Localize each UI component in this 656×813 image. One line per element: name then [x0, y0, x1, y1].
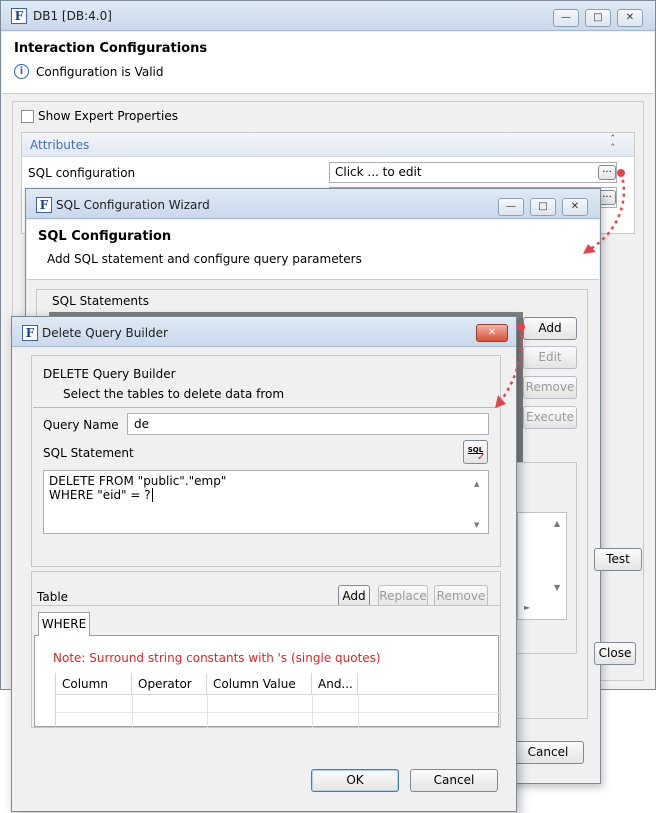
params-hscroll-icon[interactable]: ► — [524, 603, 530, 612]
sql-line-2: WHERE "eid" = ? — [49, 488, 151, 502]
wizard-add-button[interactable]: Add — [523, 317, 577, 340]
close-main-button[interactable]: Close — [594, 642, 636, 665]
sql-validate-button[interactable]: SQL ✓ — [463, 440, 488, 464]
table-group: Table Add Replace Remove — [31, 571, 501, 607]
info-icon: i — [14, 64, 29, 79]
tab-where-label: WHERE — [41, 617, 87, 631]
query-name-label: Query Name — [43, 418, 119, 432]
builder-header-group: DELETE Query Builder Select the tables t… — [31, 355, 501, 567]
builder-titlebar: F Delete Query Builder ✕ — [12, 317, 516, 347]
row-divider — [312, 695, 313, 728]
checkmark-icon: ✓ — [477, 452, 486, 463]
wizard-remove-button[interactable]: Remove — [523, 376, 577, 399]
col-column[interactable]: Column — [56, 673, 132, 695]
builder-app-icon: F — [22, 325, 38, 341]
wizard-header: SQL Configuration Add SQL statement and … — [27, 220, 599, 280]
wizard-minimize-button[interactable]: — — [498, 198, 524, 216]
wizard-heading: SQL Configuration — [38, 229, 172, 244]
wizard-close-button[interactable]: ✕ — [562, 198, 588, 216]
wizard-subheading: Add SQL statement and configure query pa… — [47, 252, 362, 266]
query-name-value: de — [134, 417, 149, 431]
minimize-button[interactable]: — — [553, 9, 579, 27]
status-text: Configuration is Valid — [36, 65, 164, 79]
page-title: Interaction Configurations — [14, 41, 208, 56]
params-scroll-down-icon[interactable]: ▼ — [554, 583, 560, 592]
col-column-value[interactable]: Column Value — [207, 673, 312, 695]
row-divider — [207, 695, 208, 728]
wizard-titlebar: F SQL Configuration Wizard — □ ✕ — [26, 189, 600, 219]
builder-close-button[interactable]: ✕ — [476, 324, 508, 342]
where-table: Column Operator Column Value And... — [55, 673, 502, 728]
sql-config-label: SQL configuration — [28, 166, 136, 180]
close-button[interactable]: ✕ — [617, 9, 643, 27]
app-icon: F — [11, 8, 27, 24]
params-list[interactable]: ▲ ▼ ► — [517, 512, 567, 620]
table-add-button[interactable]: Add — [338, 585, 370, 606]
wizard-title: SQL Configuration Wizard — [56, 198, 210, 212]
params-scroll-up-icon[interactable]: ▲ — [554, 519, 560, 528]
tab-where[interactable]: WHERE — [38, 612, 90, 636]
sql-config-value: Click ... to edit — [335, 165, 422, 179]
ok-button[interactable]: OK — [311, 769, 399, 792]
table-label: Table — [37, 590, 69, 604]
main-header: Interaction Configurations i Configurati… — [2, 32, 654, 94]
wizard-cancel-button[interactable]: Cancel — [512, 741, 584, 764]
query-name-input[interactable]: de — [127, 413, 489, 435]
where-note: Note: Surround string constants with 's … — [53, 651, 381, 665]
main-title: DB1 [DB:4.0] — [33, 9, 112, 23]
table-row[interactable] — [56, 695, 502, 728]
wizard-maximize-button[interactable]: □ — [530, 198, 556, 216]
textarea-scroll-up-icon[interactable]: ▲ — [474, 477, 479, 491]
show-expert-checkbox[interactable] — [21, 110, 34, 123]
row-divider — [358, 695, 359, 728]
table-replace-button[interactable]: Replace — [378, 585, 428, 606]
sql-statements-label: SQL Statements — [52, 294, 149, 308]
sql-line-1: DELETE FROM "public"."emp" — [49, 474, 227, 488]
builder-title: Delete Query Builder — [42, 326, 168, 340]
attributes-header[interactable]: Attributes ˆˆ — [22, 133, 634, 157]
wizard-app-icon: F — [36, 197, 52, 213]
collapse-icon[interactable]: ˆˆ — [610, 134, 616, 154]
builder-window: F Delete Query Builder ✕ DELETE Query Bu… — [11, 316, 517, 812]
builder-subheading: Select the tables to delete data from — [63, 387, 285, 401]
table-remove-button[interactable]: Remove — [434, 585, 488, 606]
textarea-scroll-down-icon[interactable]: ▼ — [474, 518, 479, 532]
builder-cancel-button[interactable]: Cancel — [410, 769, 498, 792]
wizard-execute-button[interactable]: Execute — [523, 406, 577, 429]
sql-config-edit-button[interactable]: ... — [598, 165, 616, 180]
test-button[interactable]: Test — [594, 548, 642, 571]
builder-heading: DELETE Query Builder — [43, 367, 176, 381]
where-panel: Note: Surround string constants with 's … — [34, 635, 502, 728]
text-cursor — [151, 488, 157, 502]
attributes-label: Attributes — [30, 138, 90, 152]
row-divider — [132, 695, 133, 728]
header-divider — [33, 407, 499, 408]
sql-config-field[interactable]: Click ... to edit — [329, 162, 617, 183]
show-expert-label: Show Expert Properties — [38, 109, 178, 123]
main-titlebar: F DB1 [DB:4.0] — □ ✕ — [1, 1, 655, 31]
sql-statement-textarea[interactable]: DELETE FROM "public"."emp" WHERE "eid" =… — [43, 470, 489, 534]
wizard-edit-button[interactable]: Edit — [523, 346, 577, 369]
col-operator[interactable]: Operator — [132, 673, 207, 695]
maximize-button[interactable]: □ — [585, 9, 611, 27]
where-group: WHERE Note: Surround string constants wi… — [31, 605, 502, 728]
where-table-header: Column Operator Column Value And... — [56, 673, 502, 695]
col-and[interactable]: And... — [312, 673, 358, 695]
sql-statement-label: SQL Statement — [43, 446, 134, 460]
